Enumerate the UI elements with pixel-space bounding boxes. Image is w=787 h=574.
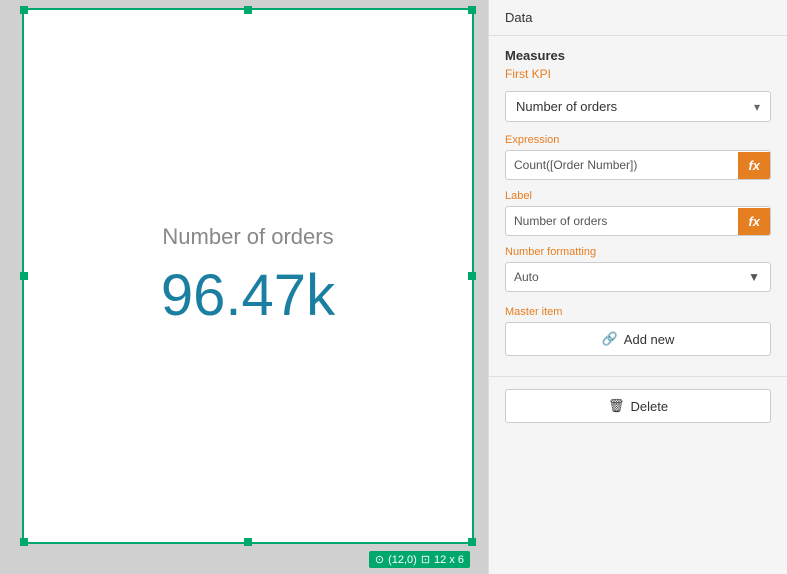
expression-label: Expression [505,134,771,146]
expression-input[interactable] [506,151,738,179]
kpi-label: Number of orders [162,224,333,250]
right-panel: Data Measures First KPI Number of orders… [488,0,787,574]
number-formatting-select[interactable]: Auto [506,263,738,291]
data-tab[interactable]: Data [489,0,787,36]
chevron-down-icon: ▾ [754,100,760,114]
delete-button[interactable]: 🗑 Delete [505,389,771,423]
measure-name: Number of orders [516,99,617,114]
master-item-label: Master item [505,306,771,318]
first-kpi-label: First KPI [505,67,771,81]
status-icon: ⊙ [375,553,384,566]
handle-top-left[interactable] [20,6,28,14]
expression-input-row: fx [505,150,771,180]
status-size: 12 x 6 [434,554,464,566]
handle-middle-right[interactable] [468,272,476,280]
status-separator: ⊡ [421,553,430,566]
label-input[interactable] [506,207,738,235]
label-input-row: fx [505,206,771,236]
status-coords: (12,0) [388,554,417,566]
handle-middle-left[interactable] [20,272,28,280]
dropdown-arrow-icon: ▼ [738,263,770,291]
fx-icon: fx [748,158,760,173]
measure-collapsible[interactable]: Number of orders ▾ [505,91,771,122]
label-fx-button[interactable]: fx [738,208,770,235]
add-new-label: Add new [624,332,675,347]
handle-top-right[interactable] [468,6,476,14]
kpi-value: 96.47k [161,262,335,329]
handle-top-center[interactable] [244,6,252,14]
handle-bottom-left[interactable] [20,538,28,546]
expression-fx-button[interactable]: fx [738,152,770,179]
measures-header: Measures [505,48,771,63]
label-fx-icon: fx [748,214,760,229]
label-field-label: Label [505,190,771,202]
number-formatting-label: Number formatting [505,246,771,258]
handle-bottom-center[interactable] [244,538,252,546]
canvas-area: Number of orders 96.47k ⊙ (12,0) ⊡ 12 x … [0,0,488,574]
delete-section: 🗑 Delete [489,376,787,435]
trash-icon: 🗑 [608,398,625,414]
delete-label: Delete [630,399,668,414]
link-icon: 🔗 [602,331,618,347]
add-new-button[interactable]: 🔗 Add new [505,322,771,356]
widget-container[interactable]: Number of orders 96.47k [22,8,474,544]
handle-bottom-right[interactable] [468,538,476,546]
measures-section: Measures First KPI Number of orders ▾ Ex… [489,36,787,376]
number-formatting-select-row: Auto ▼ [505,262,771,292]
widget-status-bar: ⊙ (12,0) ⊡ 12 x 6 [369,551,470,568]
tab-label: Data [505,10,532,25]
